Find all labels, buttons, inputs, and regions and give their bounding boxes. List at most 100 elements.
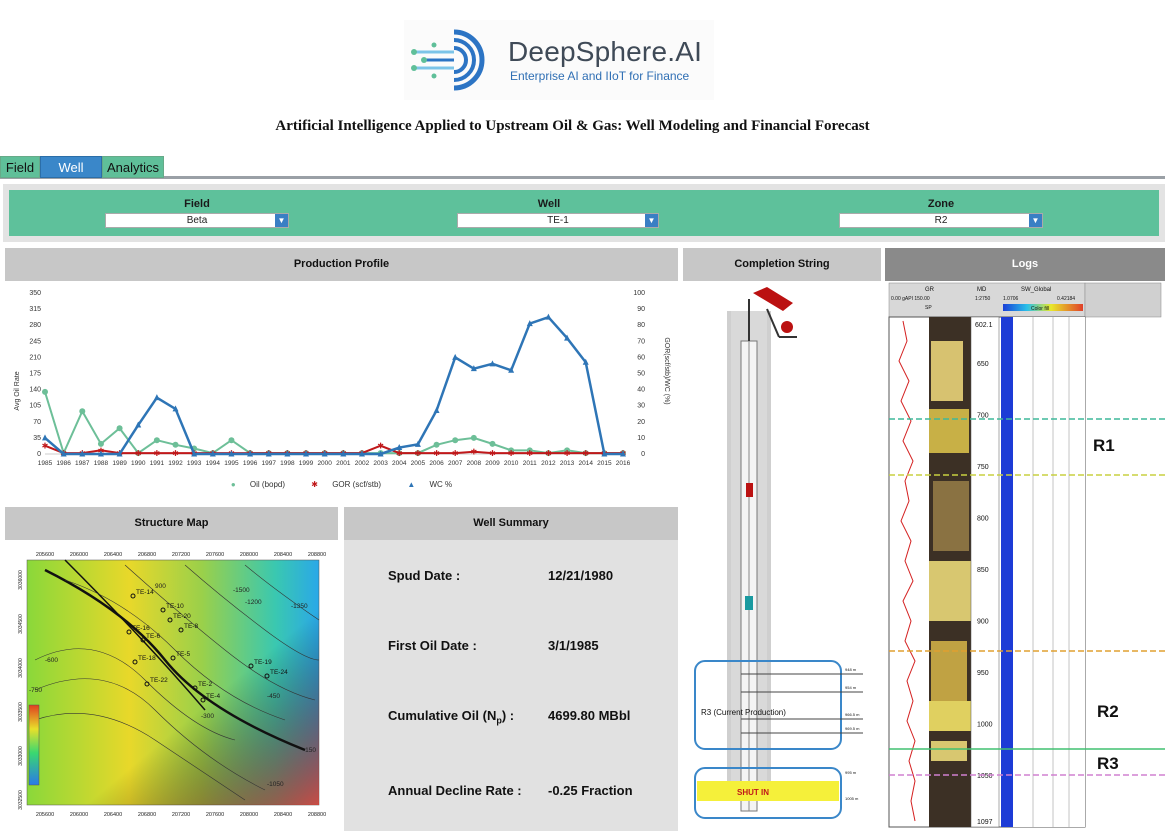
- log-depth-label: 950: [977, 670, 989, 677]
- gor-data-point: ✱: [564, 449, 571, 458]
- log-depth-label: 1097: [977, 819, 993, 826]
- map-y-tick: 3034000: [18, 658, 24, 678]
- brand-name: DeepSphere.AI: [508, 36, 703, 67]
- y2-tick-label: 20: [637, 419, 645, 426]
- depth-label: 1005 m: [845, 796, 859, 801]
- well-label: TE-24: [270, 669, 288, 676]
- map-y-tick: 3033000: [18, 746, 24, 766]
- x-tick-label: 2012: [541, 460, 556, 467]
- contour-label: -150: [303, 747, 316, 754]
- map-x-tick-bottom: 207600: [206, 812, 224, 818]
- gor-data-point: ✱: [582, 449, 589, 458]
- y2-tick-label: 70: [637, 338, 645, 345]
- y2-tick-label: 60: [637, 354, 645, 361]
- field-select[interactable]: Beta ▼: [105, 213, 289, 228]
- depth-label: 969.5 m: [845, 726, 860, 731]
- oil-data-point: [42, 388, 48, 395]
- x-tick-label: 1992: [168, 460, 183, 467]
- x-tick-label: 1990: [131, 460, 146, 467]
- tab-analytics[interactable]: Analytics: [102, 156, 164, 178]
- gor-data-point: ✱: [135, 449, 142, 458]
- md-scale: 1:2750: [975, 296, 991, 302]
- x-tick-label: 2016: [616, 460, 631, 467]
- y2-tick-label: 100: [633, 290, 645, 297]
- brand-logo: DeepSphere.AI Enterprise AI and IIoT for…: [404, 20, 714, 100]
- legend-oil: ● Oil (bopd): [230, 480, 286, 489]
- zone-select-value: R2: [934, 215, 948, 226]
- x-tick-label: 2014: [578, 460, 593, 467]
- logs-panel: Logs GR MD SW_Global 0.00 gAPI 150.00 1:…: [885, 248, 1165, 831]
- log-depth-label: 800: [977, 516, 989, 523]
- x-tick-label: 1994: [206, 460, 221, 467]
- y2-axis-label: GOR(scf/stb)/WC (%): [663, 337, 670, 404]
- oil-data-point: [153, 437, 160, 444]
- first-oil-date-value: 3/1/1985: [548, 638, 599, 653]
- gor-data-point: ✱: [526, 449, 533, 458]
- zone-r3-label: R3: [1097, 754, 1119, 773]
- x-tick-label: 2010: [504, 460, 519, 467]
- x-tick-label: 1993: [187, 460, 202, 467]
- oil-data-point: [116, 425, 123, 432]
- gr-scale: 0.00 gAPI 150.00: [891, 296, 930, 302]
- depth-label: 954 m: [845, 685, 857, 690]
- chevron-down-icon[interactable]: ▼: [645, 214, 658, 227]
- logs-title: Logs: [885, 248, 1165, 281]
- map-x-tick-bottom: 206800: [138, 812, 156, 818]
- log-depth-label: 650: [977, 361, 989, 368]
- md-track-header: MD: [977, 287, 987, 293]
- map-y-tick: 3034500: [18, 614, 24, 634]
- gor-data-point: ✱: [154, 449, 161, 458]
- brand-tagline: Enterprise AI and IIoT for Finance: [510, 69, 690, 83]
- map-x-tick-bottom: 205600: [36, 812, 54, 818]
- map-x-tick-top: 207600: [206, 552, 224, 558]
- well-label: TE-4: [206, 693, 220, 700]
- map-x-tick-bottom: 207200: [172, 812, 190, 818]
- sw-scale-right: 0.42184: [1057, 296, 1075, 302]
- y2-tick-label: 40: [637, 387, 645, 394]
- tab-bar: Field Well Analytics: [0, 155, 1165, 179]
- y2-tick-label: 50: [637, 371, 645, 378]
- well-select[interactable]: TE-1 ▼: [457, 213, 659, 228]
- tab-well[interactable]: Well: [40, 156, 102, 178]
- y-tick-label: 105: [29, 403, 41, 410]
- oil-data-point: [228, 437, 235, 444]
- x-tick-label: 1989: [112, 460, 127, 467]
- y-tick-label: 175: [29, 371, 41, 378]
- sw-scale-left: 1.0706: [1003, 296, 1019, 302]
- x-tick-label: 2000: [317, 460, 332, 467]
- spud-date-label: Spud Date :: [388, 568, 461, 583]
- x-tick-label: 2001: [336, 460, 351, 467]
- spud-date-value: 12/21/1980: [548, 568, 614, 583]
- map-x-tick-top: 208400: [274, 552, 292, 558]
- map-color-scale: [28, 704, 40, 786]
- x-tick-label: 2002: [355, 460, 370, 467]
- contour-label: -600: [45, 657, 58, 664]
- filter-bar: Field Beta ▼ Well TE-1 ▼ Zone R2 ▼: [9, 190, 1159, 236]
- structure-map-title: Structure Map: [5, 507, 338, 540]
- zone-select[interactable]: R2 ▼: [839, 213, 1043, 228]
- map-x-tick-top: 206800: [138, 552, 156, 558]
- x-tick-label: 2003: [373, 460, 388, 467]
- x-tick-label: 2007: [448, 460, 463, 467]
- well-label: TE-20: [173, 613, 191, 620]
- depth-label: 966.5 m: [845, 712, 860, 717]
- gor-data-point: ✱: [433, 449, 440, 458]
- well-label: TE-19: [254, 659, 272, 666]
- chevron-down-icon[interactable]: ▼: [275, 214, 288, 227]
- contour-label: -300: [201, 713, 214, 720]
- x-tick-label: 2006: [429, 460, 444, 467]
- zone-r2-label: R2: [1097, 702, 1119, 721]
- cumulative-oil-label-end: ) :: [501, 708, 515, 723]
- map-x-tick-bottom: 208800: [308, 812, 326, 818]
- well-filter: Well TE-1 ▼: [457, 190, 659, 236]
- x-tick-label: 1996: [243, 460, 258, 467]
- page-title: Artificial Intelligence Applied to Upstr…: [275, 118, 870, 134]
- depth-label: 995 m: [845, 770, 857, 775]
- chevron-down-icon[interactable]: ▼: [1029, 214, 1042, 227]
- x-tick-label: 1997: [262, 460, 277, 467]
- well-label: TE-16: [132, 625, 150, 632]
- x-tick-label: 1991: [150, 460, 165, 467]
- tab-field[interactable]: Field: [0, 156, 40, 178]
- contour-label: -1500: [233, 587, 250, 594]
- field-select-value: Beta: [186, 215, 208, 226]
